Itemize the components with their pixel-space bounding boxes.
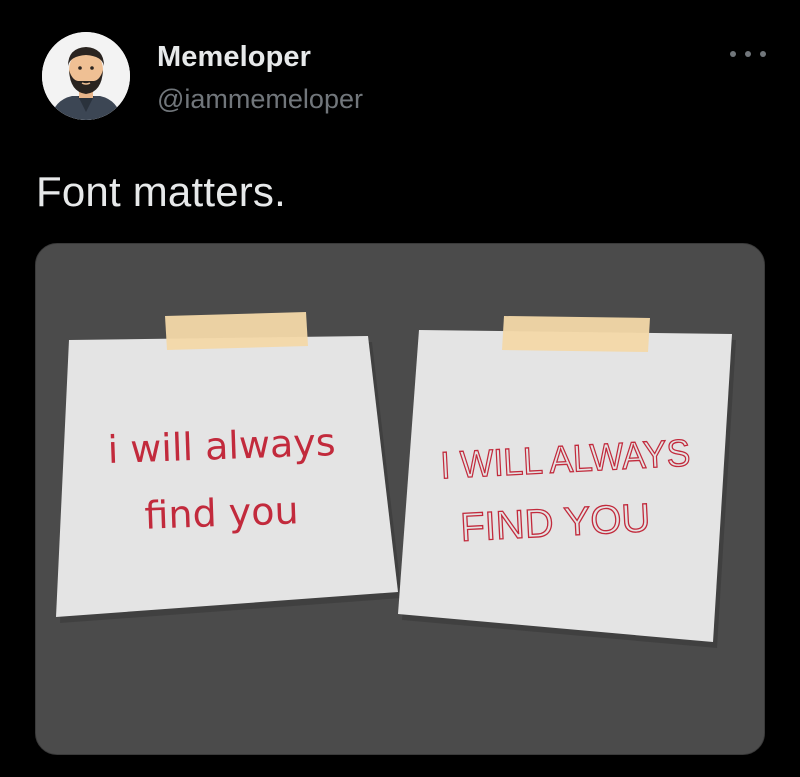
handle[interactable]: @iammemeloper — [157, 84, 363, 115]
sticky-note-right: I WILL ALWAYS FIND YOU — [398, 316, 736, 648]
tape-right — [502, 316, 650, 352]
sticky-note-left: i will always find you — [56, 312, 402, 623]
more-options-icon[interactable] — [730, 44, 766, 64]
avatar[interactable] — [42, 32, 130, 120]
bearded-man-avatar-icon — [42, 32, 130, 120]
tweet-media-image[interactable]: i will always find you I WILL ALWAYS FIN… — [35, 243, 765, 755]
note-left-line2: find you — [144, 488, 299, 537]
tape-left — [165, 312, 308, 350]
note-left-line1: i will always — [107, 420, 336, 472]
display-name[interactable]: Memeloper — [157, 41, 311, 74]
tweet-text: Font matters. — [36, 168, 287, 215]
